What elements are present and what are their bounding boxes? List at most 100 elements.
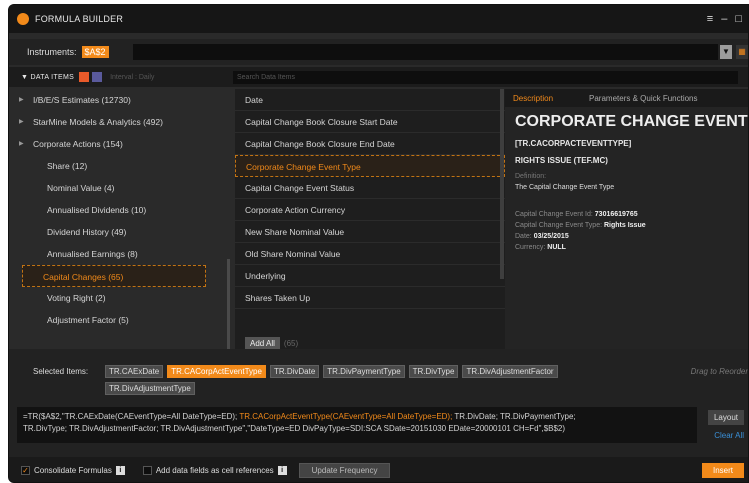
detail-title: CORPORATE CHANGE EVENT TYPE [515,113,748,130]
data-item[interactable]: Capital Change Event Status [235,177,505,199]
data-item[interactable]: Corporate Change Event Type [235,155,505,177]
tree-item-label: Share (12) [47,161,88,171]
maximize-icon[interactable]: □ [735,13,742,25]
selected-item-chip[interactable]: TR.DivType [408,365,459,378]
selected-item-chip[interactable]: TR.CACorpActEventType [167,365,266,378]
list-scrollbar[interactable] [500,89,504,279]
detail-property: Currency: NULL [515,244,738,251]
data-item[interactable]: Capital Change Book Closure End Date [235,133,505,155]
minimize-icon[interactable]: – [721,13,727,25]
bottom-panel: Selected Items: TR.CAExDate TR.CACorpActE… [9,349,748,482]
title-bar: FORMULA BUILDER ≡ – □ [9,5,748,33]
add-fields-checkbox[interactable] [142,466,152,475]
tree-item[interactable]: Capital Changes (65) [22,265,206,287]
tree-item-label: StarMine Models & Analytics (492) [33,117,163,127]
data-item[interactable]: Old Share Nominal Value [235,243,505,265]
instruments-label: Instruments: [27,47,77,57]
formula-part: =TR($A$2,"TR.CAExDate(CAEventType=All Da… [23,412,240,421]
selected-item-chip[interactable]: TR.DivDate [269,365,320,378]
data-item[interactable]: Corporate Action Currency [235,199,505,221]
tree-item-label: I/B/E/S Estimates (12730) [33,95,131,105]
tree-item[interactable]: Nominal Value (4) [9,177,216,199]
data-items-label: ▼ DATA ITEMS [21,73,75,81]
info-icon[interactable]: i [277,466,287,475]
interval-label: Interval : Daily [110,73,155,81]
tree-item[interactable]: Share (12) [9,155,216,177]
expand-arrow-icon[interactable]: ▶ [19,133,24,155]
tree-item[interactable]: Dividend History (49) [9,221,216,243]
tree-item-label: Dividend History (49) [47,227,127,237]
tree-item-label: Corporate Actions (154) [33,139,123,149]
property-key: Capital Change Event Id: [515,211,593,218]
tree-item[interactable]: ▶ I/B/E/S Estimates (12730) [9,89,216,111]
tree-item-label: Voting Right (2) [47,293,106,303]
detail-pane: Description Parameters & Quick Functions… [505,89,748,349]
info-icon[interactable]: i [115,466,125,475]
drag-hint: Drag to Reorder [690,367,748,376]
instruments-field[interactable] [133,44,718,60]
tree-item-label: Nominal Value (4) [47,183,115,193]
detail-tabs: Description Parameters & Quick Functions [505,89,748,107]
property-value: Rights Issue [604,222,646,229]
update-frequency-button[interactable]: Update Frequency [298,463,391,478]
property-key: Currency: [515,244,546,251]
consolidate-checkbox[interactable]: ✓ [21,466,30,475]
data-item[interactable]: Underlying [235,265,505,287]
tab-parameters[interactable]: Parameters & Quick Functions [589,94,697,103]
definition-text: The Capital Change Event Type [515,184,615,191]
selected-item-chip[interactable]: TR.DivAdjustmentType [105,382,195,395]
expand-arrow-icon[interactable]: ▶ [19,89,24,111]
formula-builder-window: FORMULA BUILDER ≡ – □ Instruments: $A$2 … [8,4,749,483]
data-item[interactable]: Capital Change Book Closure Start Date [235,111,505,133]
menu-icon[interactable]: ≡ [707,13,713,25]
selected-item-chip[interactable]: TR.DivPaymentType [323,365,405,378]
tree-item-label: Annualised Earnings (8) [47,249,138,259]
selected-item-chip[interactable]: TR.DivAdjustmentFactor [462,365,558,378]
insert-button[interactable]: Insert [702,463,744,478]
formula-line2: TR.DivType; TR.DivAdjustmentFactor; TR.D… [23,424,566,433]
tree-item[interactable]: Adjustment Factor (5) [9,309,216,331]
tree-item-label: Adjustment Factor (5) [47,315,129,325]
selected-items-row: Selected Items: TR.CAExDate TR.CACorpActE… [9,349,748,403]
add-fields-label: Add data fields as cell references [155,466,274,475]
formula-text[interactable]: =TR($A$2,"TR.CAExDate(CAEventType=All Da… [17,407,697,443]
data-item[interactable]: Date [235,89,505,111]
detail-property: Capital Change Event Type: Rights Issue [515,222,738,229]
tree-item[interactable]: Annualised Earnings (8) [9,243,216,265]
tree-item[interactable]: ▶ Corporate Actions (154) [9,133,216,155]
data-item[interactable]: Shares Taken Up [235,287,505,309]
checkbox-icon[interactable] [92,72,103,82]
property-value: 73016619765 [594,211,638,218]
property-value: 03/25/2015 [533,233,569,240]
property-key: Capital Change Event Type: [515,222,603,229]
data-items-row: ▼ DATA ITEMS Interval : Daily Search Dat… [9,67,748,87]
search-input[interactable]: Search Data Items [233,71,738,84]
data-item[interactable]: New Share Nominal Value [235,221,505,243]
grid-icon[interactable]: ▦ [736,45,748,59]
footer-bar: ✓ Consolidate Formulas i Add data fields… [9,457,748,482]
data-item-list: Date Capital Change Book Closure Start Da… [235,89,505,350]
tree-item-label: Capital Changes (65) [43,272,124,282]
tab-description[interactable]: Description [505,94,561,103]
clear-all-link[interactable]: Clear All [714,431,744,440]
app-logo-icon [17,13,29,25]
expand-arrow-icon[interactable]: ▶ [19,111,24,133]
window-controls: ≡ – □ [707,13,742,25]
instrument-tag[interactable]: $A$2 [81,46,109,58]
tree-item[interactable]: Voting Right (2) [9,287,216,309]
tree-item[interactable]: Annualised Dividends (10) [9,199,216,221]
formula-part: TR.DivDate; TR.DivPaymentType; [452,412,576,421]
definition-label: Definition: [515,173,547,180]
tree-item[interactable]: ▶ StarMine Models & Analytics (492) [9,111,216,133]
detail-body: CORPORATE CHANGE EVENT TYPE [TR.CACORPAC… [505,107,748,257]
detail-subtitle: RIGHTS ISSUE (TEF.MC) [515,156,608,165]
layout-button[interactable]: Layout [708,410,744,425]
window-title: FORMULA BUILDER [35,14,124,24]
chart-icon[interactable] [79,72,90,82]
selected-item-chip[interactable]: TR.CAExDate [105,365,164,378]
detail-property: Capital Change Event Id: 73016619765 [515,211,738,218]
filter-icon[interactable]: ▼ [720,45,732,59]
formula-highlight: TR.CACorpActEventType(CAEventType=All Da… [239,412,453,421]
selected-items-label: Selected Items: [33,367,89,376]
detail-code: [TR.CACORPACTEVENTTYPE] [515,139,632,148]
